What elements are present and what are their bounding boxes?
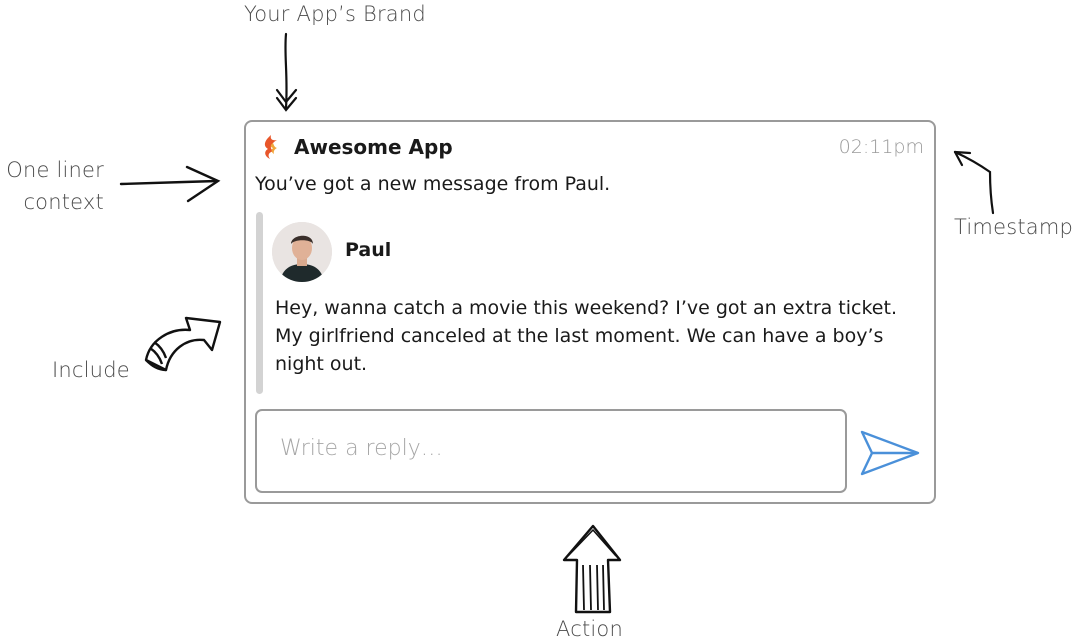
context-line: You’ve got a new message from Paul.: [255, 173, 611, 195]
user-avatar-icon: [272, 222, 332, 282]
context-arrow-icon: [119, 165, 221, 203]
sender-name: Paul: [345, 239, 392, 261]
include-arrow-icon: [144, 316, 222, 372]
timestamp-arrow-icon: [953, 150, 995, 215]
reply-input[interactable]: Write a reply…: [255, 409, 847, 493]
send-icon[interactable]: [858, 428, 922, 478]
brand-arrow-icon: [275, 32, 298, 112]
quote-bar: [256, 212, 263, 394]
avatar: [272, 222, 332, 282]
message-body: Hey, wanna catch a movie this weekend? I…: [275, 297, 897, 375]
app-name: Awesome App: [294, 135, 453, 159]
flame-logo-icon: [264, 135, 277, 159]
action-arrow-icon: [562, 524, 622, 614]
timestamp: 02:11pm: [838, 136, 924, 158]
notification-card[interactable]: Awesome App 02:11pm You’ve got a new mes…: [244, 120, 936, 504]
